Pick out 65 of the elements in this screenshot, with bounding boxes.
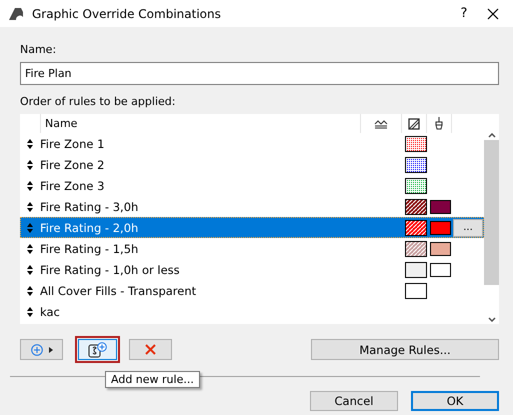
- scroll-up-icon[interactable]: [488, 133, 496, 138]
- window-title: Graphic Override Combinations: [32, 6, 222, 20]
- fill-swatch[interactable]: [405, 178, 427, 194]
- fill-swatch[interactable]: [405, 220, 427, 236]
- fill-swatch[interactable]: [405, 240, 427, 256]
- background-swatch[interactable]: [430, 262, 450, 276]
- app-logo-icon: [8, 6, 24, 20]
- background-swatch[interactable]: [430, 242, 450, 256]
- new-rule-icon: [88, 342, 108, 358]
- more-button[interactable]: ...: [453, 218, 483, 236]
- section-label: Order of rules to be applied:: [20, 95, 176, 108]
- reorder-icon[interactable]: [27, 286, 33, 296]
- rule-row[interactable]: Fire Zone 2: [20, 154, 484, 175]
- delete-button[interactable]: [129, 339, 172, 360]
- add-button[interactable]: [20, 339, 63, 360]
- rule-name: kac: [40, 304, 61, 318]
- rule-name: Fire Rating - 1,5h: [40, 242, 140, 256]
- rule-name: All Cover Fills - Transparent: [40, 284, 198, 298]
- rule-name: Fire Zone 2: [40, 158, 106, 172]
- fill-swatch[interactable]: [405, 156, 427, 172]
- rule-row[interactable]: Fire Zone 1: [20, 133, 484, 154]
- reorder-icon[interactable]: [27, 264, 33, 274]
- column-header[interactable]: Name: [40, 114, 361, 133]
- rule-row[interactable]: kac: [20, 301, 484, 322]
- reorder-icon[interactable]: [27, 180, 33, 190]
- rule-name: Fire Zone 3: [40, 178, 106, 192]
- rule-name: Fire Rating - 1,0h or less: [40, 262, 181, 276]
- rule-name: Fire Zone 1: [40, 136, 106, 150]
- layers-icon[interactable]: [374, 118, 388, 128]
- dialog-button[interactable]: Cancel: [310, 391, 398, 411]
- reorder-icon[interactable]: [27, 306, 33, 316]
- manage-rules-button[interactable]: Manage Rules...: [311, 339, 499, 360]
- dialog-button[interactable]: OK: [411, 391, 499, 411]
- plus-icon: [30, 344, 42, 356]
- rule-row[interactable]: Fire Rating - 1,0h or less: [20, 259, 484, 280]
- rule-row[interactable]: Fire Rating - 3,0h: [20, 196, 484, 217]
- rule-row[interactable]: Fire Rating - 1,5h: [20, 238, 484, 259]
- scroll-down-icon[interactable]: [488, 317, 496, 322]
- caret-icon: [48, 346, 52, 352]
- name-field[interactable]: Fire Plan: [20, 62, 499, 85]
- new-rule-button[interactable]: [78, 339, 117, 360]
- fill-swatch[interactable]: [405, 262, 427, 278]
- fill-swatch[interactable]: [405, 198, 427, 214]
- field-label: Name:: [20, 43, 58, 56]
- background-swatch[interactable]: [430, 220, 450, 234]
- close-icon: [145, 344, 156, 355]
- brush-icon[interactable]: [434, 117, 444, 130]
- rule-row[interactable]: Fire Rating - 2,0h ...: [20, 217, 484, 238]
- help-button[interactable]: ?: [449, 6, 479, 21]
- tooltip: Add new rule...: [105, 371, 200, 388]
- scrollbar[interactable]: [484, 114, 499, 324]
- background-swatch[interactable]: [430, 200, 450, 214]
- reorder-icon[interactable]: [27, 202, 33, 212]
- fill-swatch[interactable]: [405, 282, 427, 298]
- reorder-icon[interactable]: [27, 138, 33, 148]
- rule-row[interactable]: Fire Zone 3: [20, 175, 484, 196]
- rule-name: Fire Rating - 2,0h: [40, 220, 140, 234]
- reorder-icon[interactable]: [27, 244, 33, 254]
- reorder-icon[interactable]: [27, 160, 33, 170]
- rule-row[interactable]: All Cover Fills - Transparent: [20, 280, 484, 301]
- fill-swatch[interactable]: [405, 136, 427, 152]
- rule-name: Fire Rating - 3,0h: [40, 200, 140, 214]
- fill-icon[interactable]: [408, 118, 420, 130]
- scroll-thumb[interactable]: [484, 140, 499, 285]
- close-icon[interactable]: [487, 8, 499, 20]
